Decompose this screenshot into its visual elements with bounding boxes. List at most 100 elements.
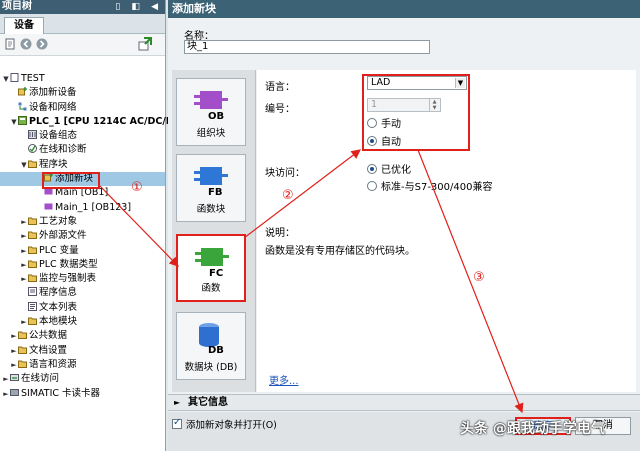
- tree-node-watch-tables[interactable]: ► 监控与强制表: [0, 272, 165, 286]
- folder-icon: [18, 346, 27, 354]
- diagnostics-icon: [28, 144, 37, 154]
- folder-icon: [28, 217, 37, 225]
- standard-radio-label: 标准-与S7-300/400兼容: [381, 182, 493, 193]
- radio-icon: [367, 181, 377, 191]
- expand-icon[interactable]: ►: [20, 272, 28, 286]
- tree-node-label: 设备组态: [39, 130, 78, 142]
- block-type-ob-button[interactable]: OB 组织块: [176, 78, 246, 146]
- tree-node-tech-objects[interactable]: ► 工艺对象: [0, 215, 165, 229]
- other-info-section[interactable]: ► 其它信息: [168, 394, 640, 411]
- new-icon[interactable]: [4, 38, 16, 50]
- project-tree-panel: 项目树 ▯ ◧ ◀ 设备 ▼ TEST 添加新设备 设备和网络 ▼ PLC_1 [C…: [0, 0, 187, 451]
- network-icon: [18, 102, 27, 111]
- annotation-marker-3: ③: [473, 270, 485, 285]
- back-icon[interactable]: [20, 38, 32, 50]
- tree-node-external-sources[interactable]: ► 外部源文件: [0, 229, 165, 243]
- expand-arrow-icon[interactable]: ►: [174, 395, 180, 410]
- tree-node-online-access[interactable]: ► 在线访问: [0, 372, 165, 386]
- tree-node-label: SIMATIC 卡读卡器: [21, 387, 101, 399]
- tree-node-label: 添加新设备: [29, 87, 77, 99]
- other-info-label: 其它信息: [188, 397, 228, 408]
- description-label: 说明：: [265, 228, 295, 239]
- panel-controls[interactable]: ▯ ◧ ◀: [115, 0, 162, 14]
- block-type-fc-button[interactable]: FC 函数: [176, 234, 246, 302]
- open-after-add-label: 添加新对象并打开(O): [186, 420, 277, 431]
- optimized-radio-label: 已优化: [381, 165, 411, 176]
- annotation-marker-2: ②: [282, 188, 294, 203]
- block-type-label: 函数: [201, 283, 221, 294]
- tree-node-project[interactable]: ▼ TEST: [0, 72, 165, 86]
- tree-node-label: Main_1 [OB123]: [55, 201, 132, 213]
- device-overview-icon[interactable]: [138, 37, 152, 51]
- add-new-block-dialog: 添加新块 名称： 块_1 OB 组织块 FB 函数块 FC 函数 DB 数据块 …: [168, 0, 640, 451]
- block-type-db-button[interactable]: DB 数据块 (DB): [176, 312, 246, 380]
- tree-node-label: PLC 数据类型: [39, 258, 98, 270]
- tree-node-device-config[interactable]: 设备组态: [0, 129, 165, 143]
- expand-icon[interactable]: ▼: [2, 72, 10, 86]
- expand-icon[interactable]: ►: [20, 258, 28, 272]
- expand-icon[interactable]: ►: [2, 372, 10, 386]
- language-label: 语言：: [265, 82, 295, 93]
- db-block-icon: DB: [199, 323, 224, 355]
- expand-icon[interactable]: ►: [20, 229, 28, 243]
- ob-block-icon: [44, 203, 53, 210]
- project-tree-empty-area: [0, 402, 165, 451]
- tree-node-label: 在线和诊断: [39, 144, 87, 156]
- checkbox-checked-icon: [172, 417, 182, 429]
- tree-node-devices-networks[interactable]: 设备和网络: [0, 101, 165, 115]
- project-icon: [10, 73, 19, 82]
- expand-icon[interactable]: ►: [10, 344, 18, 358]
- expand-icon[interactable]: ►: [10, 358, 18, 372]
- tree-node-plc-tags[interactable]: ► PLC 变量: [0, 244, 165, 258]
- tree-node-languages[interactable]: ► 语言和资源: [0, 358, 165, 372]
- block-type-label: 数据块 (DB): [184, 362, 238, 373]
- optimized-radio[interactable]: 已优化: [367, 164, 411, 177]
- tree-node-program-info[interactable]: 程序信息: [0, 286, 165, 300]
- tree-node-plc-datatypes[interactable]: ► PLC 数据类型: [0, 258, 165, 272]
- ob-block-icon: OB: [194, 91, 228, 121]
- expand-icon[interactable]: ►: [20, 215, 28, 229]
- tab-devices[interactable]: 设备: [4, 17, 44, 34]
- plc-icon: [18, 115, 27, 125]
- project-tree-title: 项目树: [2, 1, 32, 12]
- tree-node-label: 文档设置: [29, 344, 68, 356]
- folder-icon: [18, 360, 27, 368]
- watermark: 头条 @跟我动手学电气: [460, 421, 605, 437]
- tree-node-main-ob123[interactable]: Main_1 [OB123]: [0, 201, 165, 215]
- tree-node-label: 公共数据: [29, 330, 68, 342]
- tree-node-program-blocks[interactable]: ▼ 程序块: [0, 158, 165, 172]
- tree-node-card-reader[interactable]: ► SIMATIC 卡读卡器: [0, 387, 165, 401]
- tree-node-local-modules[interactable]: ► 本地模块: [0, 315, 165, 329]
- folder-icon: [28, 317, 37, 326]
- project-tree-toolbar: [0, 34, 165, 56]
- tree-node-add-device[interactable]: 添加新设备: [0, 86, 165, 100]
- block-access-label: 块访问：: [265, 168, 305, 179]
- open-after-add-checkbox[interactable]: 添加新对象并打开(O): [172, 417, 277, 432]
- number-label: 编号：: [265, 104, 295, 115]
- expand-icon[interactable]: ►: [20, 244, 28, 258]
- forward-icon[interactable]: [36, 38, 48, 50]
- tree-node-online-diag[interactable]: 在线和诊断: [0, 143, 165, 157]
- tree-node-common-data[interactable]: ► 公共数据: [0, 329, 165, 343]
- tree-node-text-lists[interactable]: 文本列表: [0, 301, 165, 315]
- more-link[interactable]: 更多...: [269, 372, 299, 387]
- standard-radio[interactable]: 标准-与S7-300/400兼容: [367, 181, 492, 194]
- tree-node-label: 语言和资源: [29, 358, 77, 370]
- text-list-icon: [28, 301, 37, 311]
- expand-icon[interactable]: ▼: [10, 115, 18, 129]
- tree-node-doc-settings[interactable]: ► 文档设置: [0, 344, 165, 358]
- annotation-box-add-block: [42, 172, 100, 189]
- expand-icon[interactable]: ►: [10, 329, 18, 343]
- fb-block-icon: FB: [194, 167, 228, 197]
- tree-node-label: 设备和网络: [29, 101, 77, 113]
- tree-node-plc[interactable]: ▼ PLC_1 [CPU 1214C AC/DC/Rly]: [0, 115, 187, 129]
- annotation-marker-1: ①: [131, 180, 143, 195]
- folder-icon: [28, 246, 37, 254]
- expand-icon[interactable]: ►: [2, 387, 10, 401]
- expand-icon[interactable]: ►: [20, 315, 28, 329]
- block-type-fb-button[interactable]: FB 函数块: [176, 154, 246, 222]
- block-type-label: 组织块: [196, 128, 226, 139]
- expand-icon[interactable]: ▼: [20, 158, 28, 172]
- name-input[interactable]: 块_1: [184, 40, 430, 54]
- online-icon: [10, 374, 19, 382]
